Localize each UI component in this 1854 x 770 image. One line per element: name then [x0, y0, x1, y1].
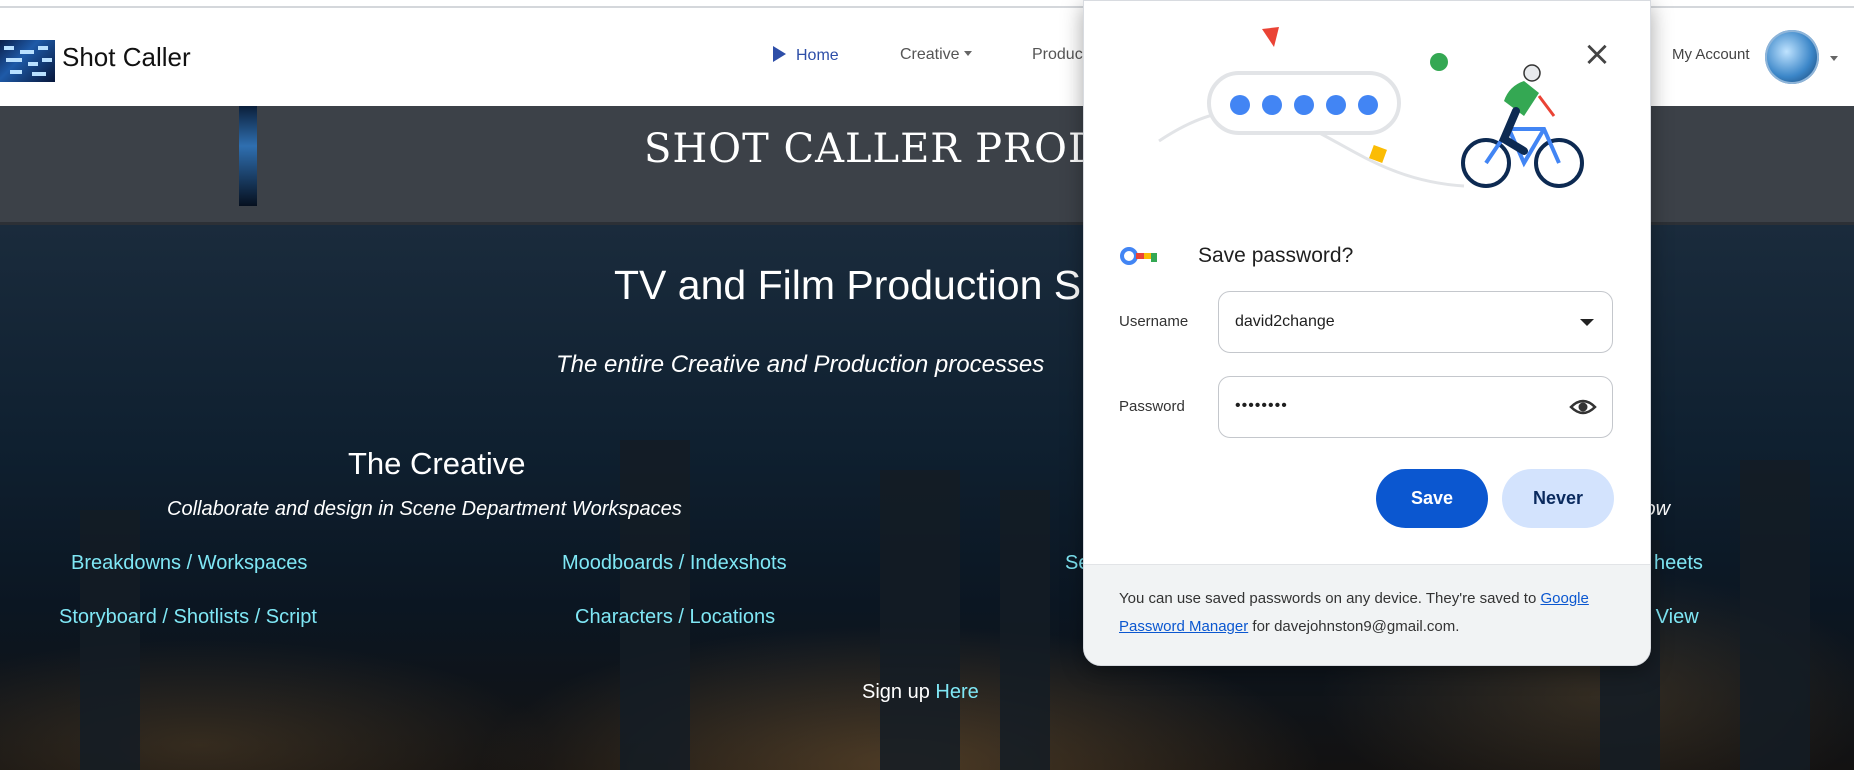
password-label: Password: [1119, 398, 1185, 415]
chevron-down-icon[interactable]: [1830, 56, 1838, 61]
password-illustration: [1158, 27, 1584, 188]
play-icon: [773, 46, 786, 62]
my-account-link[interactable]: My Account: [1672, 46, 1750, 63]
chevron-down-icon: [963, 51, 972, 56]
never-button[interactable]: Never: [1502, 469, 1614, 528]
username-value: david2change: [1235, 313, 1335, 330]
key-icon: [1120, 247, 1157, 265]
creative-section-subtitle: Collaborate and design in Scene Departme…: [167, 498, 682, 520]
password-field[interactable]: ••••••••: [1218, 376, 1613, 438]
signup-prompt: Sign up Here: [862, 681, 979, 704]
close-icon[interactable]: ×: [1582, 37, 1612, 71]
brand-logo[interactable]: [0, 40, 55, 82]
password-value: ••••••••: [1235, 397, 1288, 414]
link-characters[interactable]: Characters / Locations: [575, 606, 775, 629]
nav-home-label: Home: [796, 47, 839, 64]
eye-icon[interactable]: [1569, 397, 1597, 417]
avatar[interactable]: [1765, 30, 1819, 84]
link-breakdowns[interactable]: Breakdowns / Workspaces: [71, 552, 307, 575]
footer-text-1: You can use saved passwords on any devic…: [1119, 590, 1537, 607]
username-label: Username: [1119, 313, 1189, 330]
nav-creative-dropdown[interactable]: Creative: [900, 46, 972, 64]
dialog-title: Save password?: [1198, 244, 1354, 267]
link-moodboards[interactable]: Moodboards / Indexshots: [562, 552, 787, 575]
title-decoration: [239, 106, 257, 206]
dropdown-arrow-icon[interactable]: [1580, 319, 1594, 326]
username-select[interactable]: david2change: [1218, 291, 1613, 353]
link-partial-sheets[interactable]: heets: [1654, 552, 1703, 575]
save-password-dialog: × Save password? Username david2change P…: [1083, 0, 1651, 666]
nav-creative-label: Creative: [900, 46, 960, 63]
creative-section-title: The Creative: [348, 446, 526, 481]
signup-link[interactable]: Here: [935, 681, 978, 703]
dialog-footer: You can use saved passwords on any devic…: [1084, 564, 1650, 665]
save-button[interactable]: Save: [1376, 469, 1488, 528]
nav-production[interactable]: Produc: [1032, 46, 1083, 64]
hero-subtitle: The entire Creative and Production proce…: [556, 351, 1045, 378]
footer-text-2: for davejohnston9@gmail.com.: [1252, 618, 1460, 635]
footer-text: You can use saved passwords on any devic…: [1119, 585, 1619, 641]
hero-title: TV and Film Production S: [614, 262, 1082, 308]
signup-text: Sign up: [862, 681, 930, 703]
brand-name[interactable]: Shot Caller: [62, 42, 191, 73]
link-storyboard[interactable]: Storyboard / Shotlists / Script: [59, 606, 317, 629]
nav-home[interactable]: Home: [773, 46, 839, 65]
